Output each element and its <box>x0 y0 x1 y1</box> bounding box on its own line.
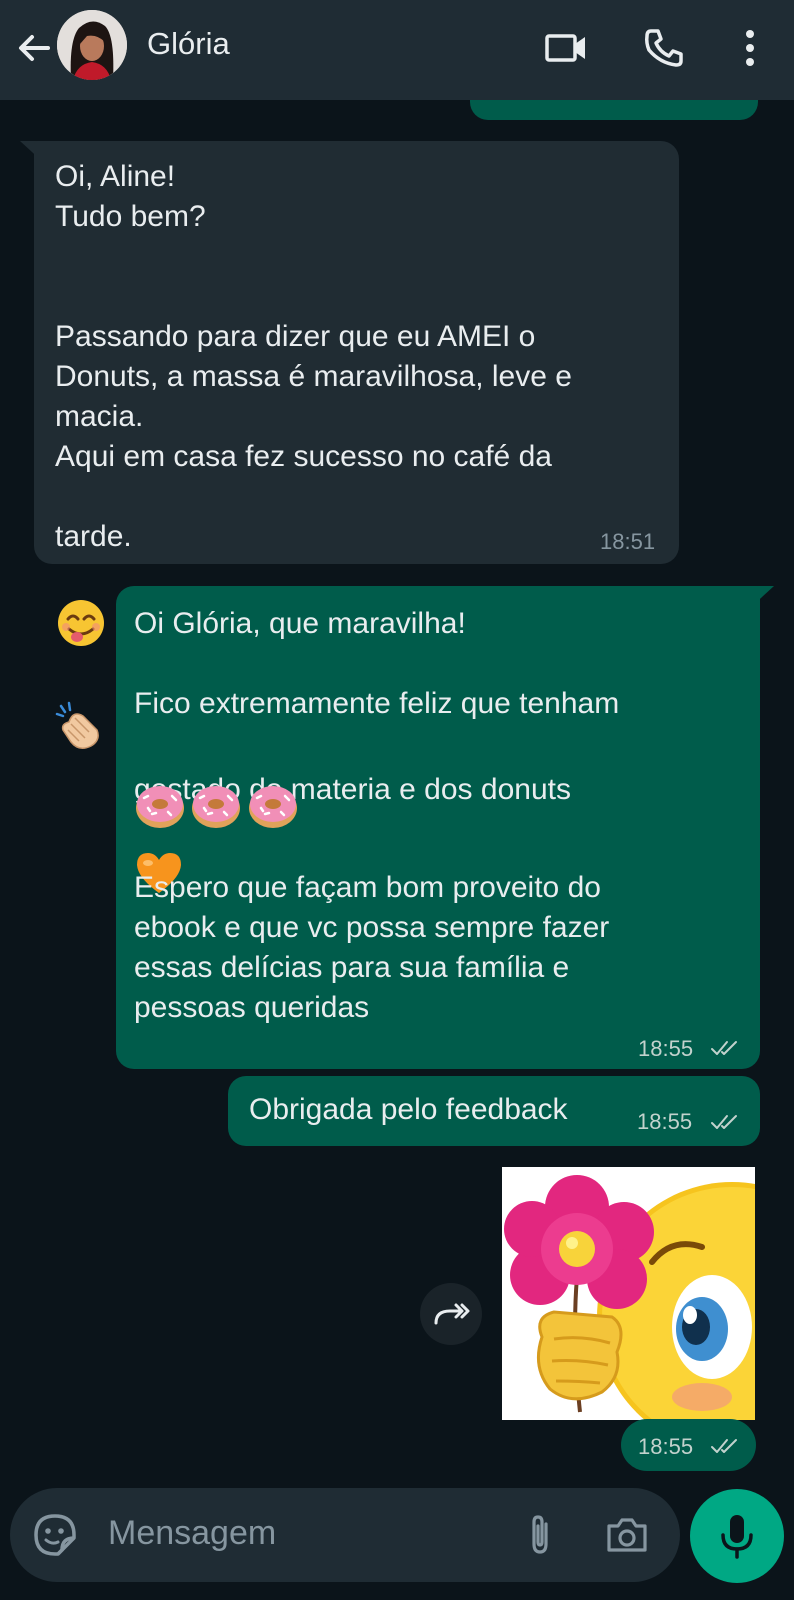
donut-emoji <box>248 786 297 828</box>
message-time: 18:55 <box>637 1109 693 1134</box>
donut-emojis <box>134 782 299 830</box>
avatar[interactable] <box>57 10 127 80</box>
outgoing-message-bubble[interactable]: Obrigada pelo feedback 18:55 <box>228 1076 760 1146</box>
contact-name[interactable]: Glória <box>147 26 230 62</box>
message-text: Oi, Aline! Tudo bem? Passando para dizer… <box>55 160 572 473</box>
voice-call-button[interactable] <box>640 24 688 72</box>
more-options-button[interactable] <box>726 24 774 72</box>
voice-message-button[interactable] <box>690 1489 784 1583</box>
clapping-hands-emoji <box>55 660 107 763</box>
forward-icon <box>434 1303 470 1325</box>
message-text: Oi Glória, que maravilha! Fico extremame… <box>134 607 620 720</box>
yum-face-emoji <box>55 557 107 660</box>
message-text-tarde: tarde. <box>55 520 132 553</box>
attach-button[interactable] <box>518 1512 564 1558</box>
message-time: 18:51 <box>600 529 656 554</box>
contact-photo <box>57 10 127 80</box>
phone-icon <box>645 29 683 67</box>
donut-emoji <box>192 786 241 828</box>
read-ticks-icon <box>711 1041 737 1055</box>
donut-emoji <box>136 786 184 828</box>
chat-header: Glória <box>0 0 794 100</box>
sticker-icon <box>34 1514 76 1556</box>
message-time: 18:55 <box>638 1434 694 1459</box>
back-button[interactable] <box>12 26 56 70</box>
outgoing-message-bubble[interactable]: Oi Glória, que maravilha! Fico extremame… <box>116 586 760 1069</box>
forward-button[interactable] <box>420 1283 482 1345</box>
read-ticks-icon <box>711 1115 737 1129</box>
video-call-button[interactable] <box>543 24 591 72</box>
back-arrow-icon <box>19 35 50 61</box>
sticker-button[interactable] <box>32 1512 78 1558</box>
camera-icon <box>607 1518 647 1552</box>
mic-icon <box>721 1515 753 1559</box>
incoming-message-bubble[interactable]: Oi, Aline! Tudo bem? Passando para dizer… <box>34 141 679 749</box>
message-text: Obrigada pelo feedback <box>249 1093 568 1126</box>
message-text: Espero que façam bom proveito do ebook e… <box>134 871 610 1024</box>
attach-icon <box>532 1515 548 1554</box>
message-composer <box>10 1488 680 1582</box>
message-time: 18:55 <box>638 1036 694 1061</box>
sticker-flower-smiley-image <box>502 1167 755 1420</box>
image-message[interactable] <box>502 1167 755 1420</box>
camera-button[interactable] <box>604 1512 650 1558</box>
read-ticks-icon <box>711 1439 737 1453</box>
image-time-pill: 18:55 <box>621 1419 756 1471</box>
message-input[interactable] <box>108 1514 488 1553</box>
more-vert-icon <box>746 30 754 66</box>
video-call-icon <box>545 34 585 62</box>
